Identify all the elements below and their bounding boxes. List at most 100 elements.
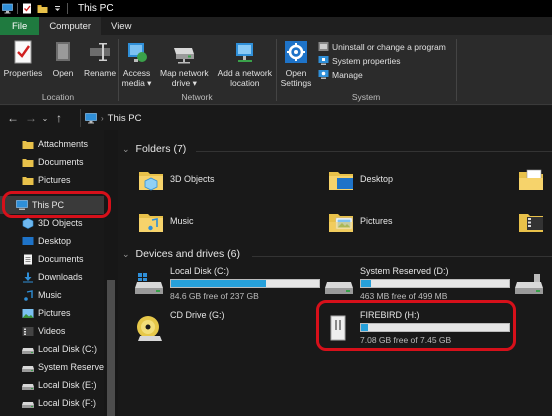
settings-gear-icon xyxy=(283,39,309,65)
folder-videos-partial[interactable] xyxy=(518,208,550,234)
nav-scrollbar-thumb[interactable] xyxy=(107,280,115,416)
videos-folder-icon xyxy=(518,208,544,234)
properties-check-icon[interactable] xyxy=(22,3,33,14)
documents-icon xyxy=(22,254,34,265)
drive-partial[interactable] xyxy=(514,266,550,296)
sidebar-item[interactable]: Local Disk (F:) xyxy=(0,394,104,412)
quick-access-toolbar xyxy=(0,3,68,14)
divider xyxy=(17,3,18,14)
drive-usage-bar xyxy=(360,279,510,288)
system-properties-button[interactable]: System properties xyxy=(318,55,446,66)
folder-icon xyxy=(22,157,34,168)
sidebar-item[interactable]: Local Disk (C:) xyxy=(0,340,104,358)
access-media-label-line2: media ▾ xyxy=(121,78,152,88)
folders-section-header[interactable]: ⌄ Folders (7) xyxy=(122,143,186,155)
access-media-icon xyxy=(124,39,150,65)
computer-icon xyxy=(2,3,13,14)
3d-objects-folder-icon xyxy=(138,166,164,192)
music-folder-icon xyxy=(138,208,164,234)
add-network-location-button[interactable]: Add a network location xyxy=(216,39,274,88)
access-media-button[interactable]: Access media ▾ xyxy=(120,39,153,88)
folder-music[interactable]: Music xyxy=(138,208,194,234)
drive-free-space: 84.6 GB free of 237 GB xyxy=(170,291,259,301)
folder-label: Music xyxy=(170,216,194,226)
ribbon-group-network: Access media ▾ Map network drive ▾ Add a n… xyxy=(120,35,274,105)
drive-system-reserved-d[interactable]: System Reserved (D:) 463 MB free of 499 … xyxy=(324,266,510,301)
drive-icon xyxy=(22,398,34,409)
tab-file[interactable]: File xyxy=(0,17,40,35)
map-network-drive-button[interactable]: Map network drive ▾ xyxy=(157,39,212,88)
uninstall-program-button[interactable]: Uninstall or change a program xyxy=(318,41,446,52)
sidebar-item-label: Videos xyxy=(38,326,66,336)
rename-label: Rename xyxy=(83,68,117,78)
drive-local-disk-c[interactable]: Local Disk (C:) 84.6 GB free of 237 GB xyxy=(134,266,320,301)
sidebar-item-label: Attachments xyxy=(38,139,89,149)
open-settings-label: Open Settings xyxy=(281,68,312,88)
sidebar-item[interactable]: Desktop xyxy=(0,232,104,250)
map-network-drive-label-line2: drive ▾ xyxy=(171,78,197,88)
collapse-chevron-icon[interactable]: ⌄ xyxy=(122,144,130,155)
properties-icon xyxy=(10,39,36,65)
map-network-drive-label-line1: Map network xyxy=(160,68,209,78)
sidebar-item-label: Desktop xyxy=(38,236,72,246)
folder-documents-partial[interactable] xyxy=(518,166,550,192)
add-network-location-icon xyxy=(232,39,258,65)
section-divider xyxy=(196,151,552,152)
properties-button[interactable]: Properties xyxy=(4,39,42,78)
content-pane: ⌄ Folders (7) 3D Objects Desktop Music P… xyxy=(118,130,552,416)
sidebar-item[interactable]: System Reserved xyxy=(0,358,104,376)
sidebar-item[interactable]: Attachments xyxy=(0,135,104,153)
folder-label: Pictures xyxy=(360,216,393,226)
sidebar-item[interactable]: Pictures xyxy=(0,171,104,189)
section-divider xyxy=(252,256,552,257)
group-divider xyxy=(456,39,457,101)
drive-icon xyxy=(22,344,34,355)
sidebar-item[interactable]: Local Disk (E:) xyxy=(0,376,104,394)
sidebar-item[interactable]: Documents xyxy=(0,153,104,171)
highlight-firebird-drive xyxy=(316,300,516,351)
tab-computer[interactable]: Computer xyxy=(39,17,102,35)
new-folder-icon[interactable] xyxy=(37,3,48,14)
desktop-icon xyxy=(22,236,34,247)
nav-scrollbar[interactable] xyxy=(104,130,118,416)
breadcrumb-separator-icon[interactable]: › xyxy=(101,114,104,123)
recent-locations-chevron-icon[interactable]: ⌄ xyxy=(40,114,50,123)
sidebar-item[interactable]: Documents xyxy=(0,250,104,268)
collapse-chevron-icon[interactable]: ⌄ xyxy=(122,249,130,260)
cd-drive-icon xyxy=(134,314,164,341)
drives-section-header[interactable]: ⌄ Devices and drives (6) xyxy=(122,248,240,260)
folder-label: Desktop xyxy=(360,174,394,184)
breadcrumb-this-pc[interactable]: This PC xyxy=(108,113,142,124)
properties-label: Properties xyxy=(3,68,43,78)
address-bar[interactable]: › This PC xyxy=(80,109,552,127)
sidebar-item-label: 3D Objects xyxy=(38,218,83,228)
computer-icon xyxy=(85,112,97,124)
drives-header-label: Devices and drives (6) xyxy=(135,248,241,260)
sidebar-item[interactable]: Music xyxy=(0,286,104,304)
manage-button[interactable]: Manage xyxy=(318,69,446,80)
sidebar-item[interactable]: Downloads xyxy=(0,268,104,286)
back-arrow-icon[interactable]: ← xyxy=(4,111,22,125)
up-arrow-icon[interactable]: ↑ xyxy=(50,111,68,125)
window-title: This PC xyxy=(78,3,114,14)
open-button[interactable]: Open xyxy=(48,39,78,78)
folder-pictures[interactable]: Pictures xyxy=(328,208,393,234)
sidebar-item[interactable]: Pictures xyxy=(0,304,104,322)
pictures-folder-icon xyxy=(328,208,354,234)
videos-icon xyxy=(22,326,34,337)
open-settings-button[interactable]: Open Settings xyxy=(278,39,314,88)
sidebar-item[interactable]: Videos xyxy=(0,322,104,340)
title-bar: This PC xyxy=(0,0,552,17)
usb-drive-icon xyxy=(514,270,544,296)
rename-button[interactable]: Rename xyxy=(84,39,116,78)
sidebar-item-label: Local Disk (C:) xyxy=(38,344,98,354)
access-media-label: Access media ▾ xyxy=(122,68,152,88)
drive-icon xyxy=(22,380,34,391)
folder-3d-objects[interactable]: 3D Objects xyxy=(138,166,215,192)
drive-label: Local Disk (C:) xyxy=(170,266,230,276)
folder-desktop[interactable]: Desktop xyxy=(328,166,393,192)
forward-arrow-icon[interactable]: → xyxy=(22,111,40,125)
customize-dropdown-icon[interactable] xyxy=(52,3,63,14)
tab-view[interactable]: View xyxy=(101,17,141,35)
drive-cd-g[interactable]: CD Drive (G:) xyxy=(134,310,225,341)
